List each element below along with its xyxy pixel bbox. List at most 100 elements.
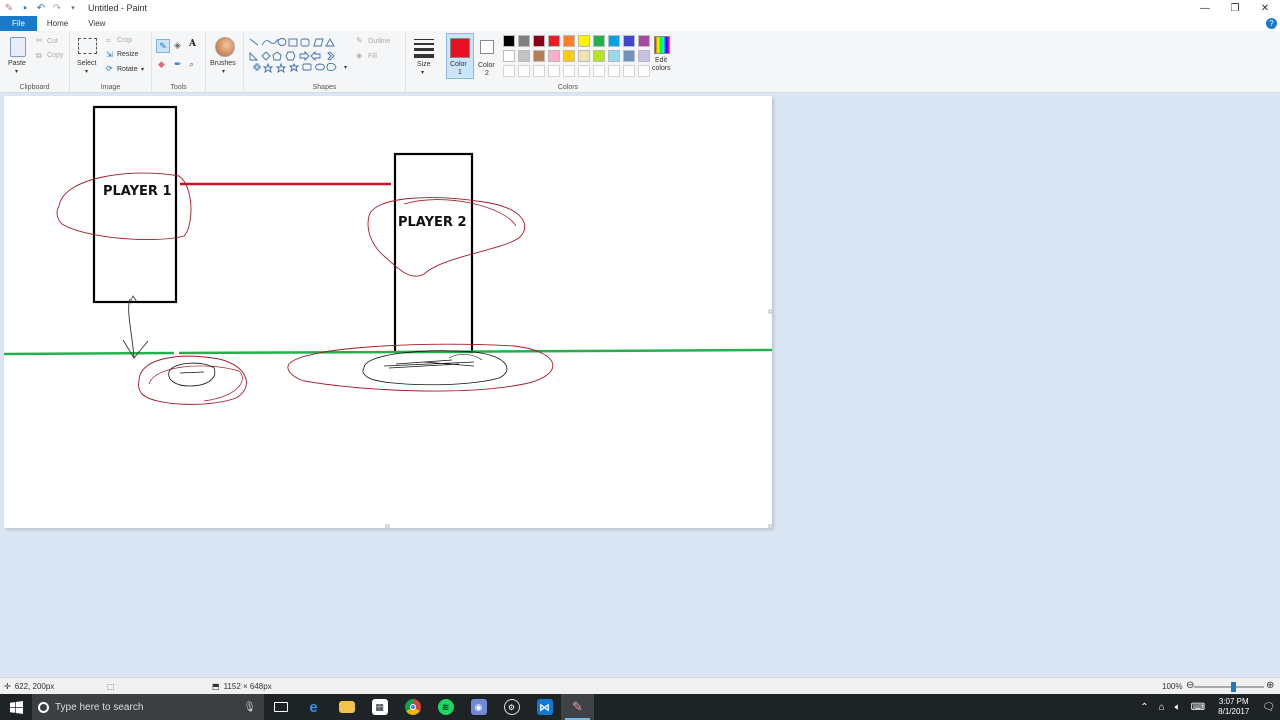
chevron-down-icon[interactable]: ▾ xyxy=(344,64,347,71)
taskbar-edge[interactable]: e xyxy=(297,694,330,720)
minimize-button[interactable]: — xyxy=(1190,0,1220,16)
paint-icon: ✎ xyxy=(572,699,583,714)
search-box[interactable]: Type here to search 🎙︎ xyxy=(32,694,264,720)
palette-swatch[interactable] xyxy=(518,50,530,62)
taskbar-file-explorer[interactable] xyxy=(330,694,363,720)
brushes-label: Brushes xyxy=(210,60,236,67)
spotify-icon: ≋ xyxy=(437,699,454,715)
save-icon[interactable]: ▪ xyxy=(18,1,32,15)
color2-button[interactable]: Color 2 xyxy=(475,33,501,79)
palette-swatch[interactable] xyxy=(503,65,515,77)
resize-button[interactable]: Resize xyxy=(117,51,138,58)
palette-swatch[interactable] xyxy=(533,35,545,47)
close-button[interactable]: ✕ xyxy=(1250,0,1280,16)
palette-swatch[interactable] xyxy=(623,50,635,62)
player2-label: PLAYER 2 xyxy=(398,215,467,230)
crop-button[interactable]: Crop xyxy=(117,37,132,44)
shapes-gallery[interactable] xyxy=(248,36,348,78)
palette-swatch[interactable] xyxy=(593,65,605,77)
brushes-button[interactable]: Brushes ▾ xyxy=(210,35,240,79)
color2-number: 2 xyxy=(485,70,489,77)
image-size-icon: ⬒ xyxy=(212,682,220,691)
image-label: Image xyxy=(100,84,121,91)
tab-view[interactable]: View xyxy=(78,16,115,31)
outline-dropdown[interactable]: Outline xyxy=(368,38,390,45)
taskbar-store[interactable]: ▦ xyxy=(363,694,396,720)
drawing-canvas[interactable]: PLAYER 1 PLAYER 2 xyxy=(4,96,772,528)
paint-app-icon[interactable]: ✎ xyxy=(2,1,16,15)
clock[interactable]: 3:07 PM 8/1/2017 xyxy=(1218,697,1249,717)
action-center-icon[interactable]: 🗨︎ xyxy=(1262,702,1275,713)
eraser-icon[interactable]: ◆ xyxy=(158,59,165,70)
palette-swatch[interactable] xyxy=(518,35,530,47)
palette-swatch[interactable] xyxy=(623,65,635,77)
taskbar-discord[interactable]: ◉ xyxy=(462,694,495,720)
palette-swatch[interactable] xyxy=(608,50,620,62)
clipboard-group: Paste ▾ ✂ Cut ⧉ Copy Clipboard xyxy=(0,31,70,93)
customize-qat-icon[interactable]: ▾ xyxy=(66,1,80,15)
size-button[interactable]: Size ▾ xyxy=(410,35,438,83)
ribbon-tabs: File Home View ? xyxy=(0,16,1280,31)
task-view-button[interactable] xyxy=(264,694,297,720)
palette-swatch[interactable] xyxy=(503,50,515,62)
help-icon[interactable]: ? xyxy=(1266,18,1277,29)
palette-swatch[interactable] xyxy=(563,35,575,47)
magnifier-icon[interactable]: ⌕ xyxy=(189,59,194,70)
text-tool-icon[interactable]: A xyxy=(189,39,196,49)
palette-swatch[interactable] xyxy=(638,65,650,77)
palette-swatch[interactable] xyxy=(608,65,620,77)
palette-swatch[interactable] xyxy=(638,35,650,47)
palette-swatch[interactable] xyxy=(548,65,560,77)
pencil-icon[interactable]: ✎ xyxy=(156,39,170,53)
palette-swatch[interactable] xyxy=(578,35,590,47)
palette-swatch[interactable] xyxy=(578,65,590,77)
fill-bucket-icon[interactable]: ◈ xyxy=(174,40,181,51)
color2-label: Color xyxy=(478,62,495,69)
select-button[interactable]: Select ▾ xyxy=(74,35,102,77)
zoom-slider-thumb[interactable] xyxy=(1231,682,1236,692)
chevron-up-icon[interactable]: ⌃ xyxy=(1140,702,1148,713)
palette-swatch[interactable] xyxy=(548,50,560,62)
steam-icon: ⚙ xyxy=(503,699,520,715)
color1-button[interactable]: Color 1 xyxy=(446,33,474,79)
palette-swatch[interactable] xyxy=(638,50,650,62)
palette-swatch[interactable] xyxy=(563,65,575,77)
copy-button[interactable]: Copy xyxy=(47,52,63,59)
rotate-button[interactable]: Rotate xyxy=(117,66,138,73)
palette-swatch[interactable] xyxy=(533,65,545,77)
undo-icon[interactable]: ↶ xyxy=(34,1,48,15)
network-icon[interactable]: ⌂ xyxy=(1159,702,1165,713)
taskbar-paint[interactable]: ✎ xyxy=(561,694,594,720)
microphone-icon[interactable]: 🎙︎ xyxy=(243,702,256,713)
palette-swatch[interactable] xyxy=(518,65,530,77)
zoom-slider[interactable] xyxy=(1194,682,1264,692)
edit-colors-button[interactable]: Edit colors xyxy=(650,35,674,79)
cortana-icon xyxy=(38,701,49,713)
cut-button[interactable]: Cut xyxy=(47,38,58,45)
tab-file[interactable]: File xyxy=(0,16,37,31)
palette-swatch[interactable] xyxy=(533,50,545,62)
zoom-in-button[interactable]: ⊕ xyxy=(1266,680,1274,691)
start-button[interactable] xyxy=(0,694,32,720)
tools-group: ✎ ◈ A ◆ ✒ ⌕ Tools xyxy=(152,31,206,93)
palette-swatch[interactable] xyxy=(593,35,605,47)
palette-swatch[interactable] xyxy=(578,50,590,62)
redo-icon[interactable]: ↷ xyxy=(50,1,64,15)
palette-swatch[interactable] xyxy=(563,50,575,62)
palette-swatch[interactable] xyxy=(623,35,635,47)
taskbar-chrome[interactable] xyxy=(396,694,429,720)
tab-home[interactable]: Home xyxy=(37,16,78,31)
palette-swatch[interactable] xyxy=(503,35,515,47)
palette-swatch[interactable] xyxy=(548,35,560,47)
taskbar-spotify[interactable]: ≋ xyxy=(429,694,462,720)
color-picker-icon[interactable]: ✒ xyxy=(174,59,182,70)
volume-icon[interactable]: 🔈︎ xyxy=(1175,702,1181,713)
fill-dropdown[interactable]: Fill xyxy=(368,53,377,60)
taskbar-visual-studio[interactable]: ⋈ xyxy=(528,694,561,720)
paste-button[interactable]: Paste ▾ xyxy=(6,35,30,75)
keyboard-icon[interactable]: ⌨ xyxy=(1191,702,1205,713)
taskbar-steam[interactable]: ⚙ xyxy=(495,694,528,720)
palette-swatch[interactable] xyxy=(593,50,605,62)
palette-swatch[interactable] xyxy=(608,35,620,47)
restore-button[interactable]: ❐ xyxy=(1220,0,1250,16)
